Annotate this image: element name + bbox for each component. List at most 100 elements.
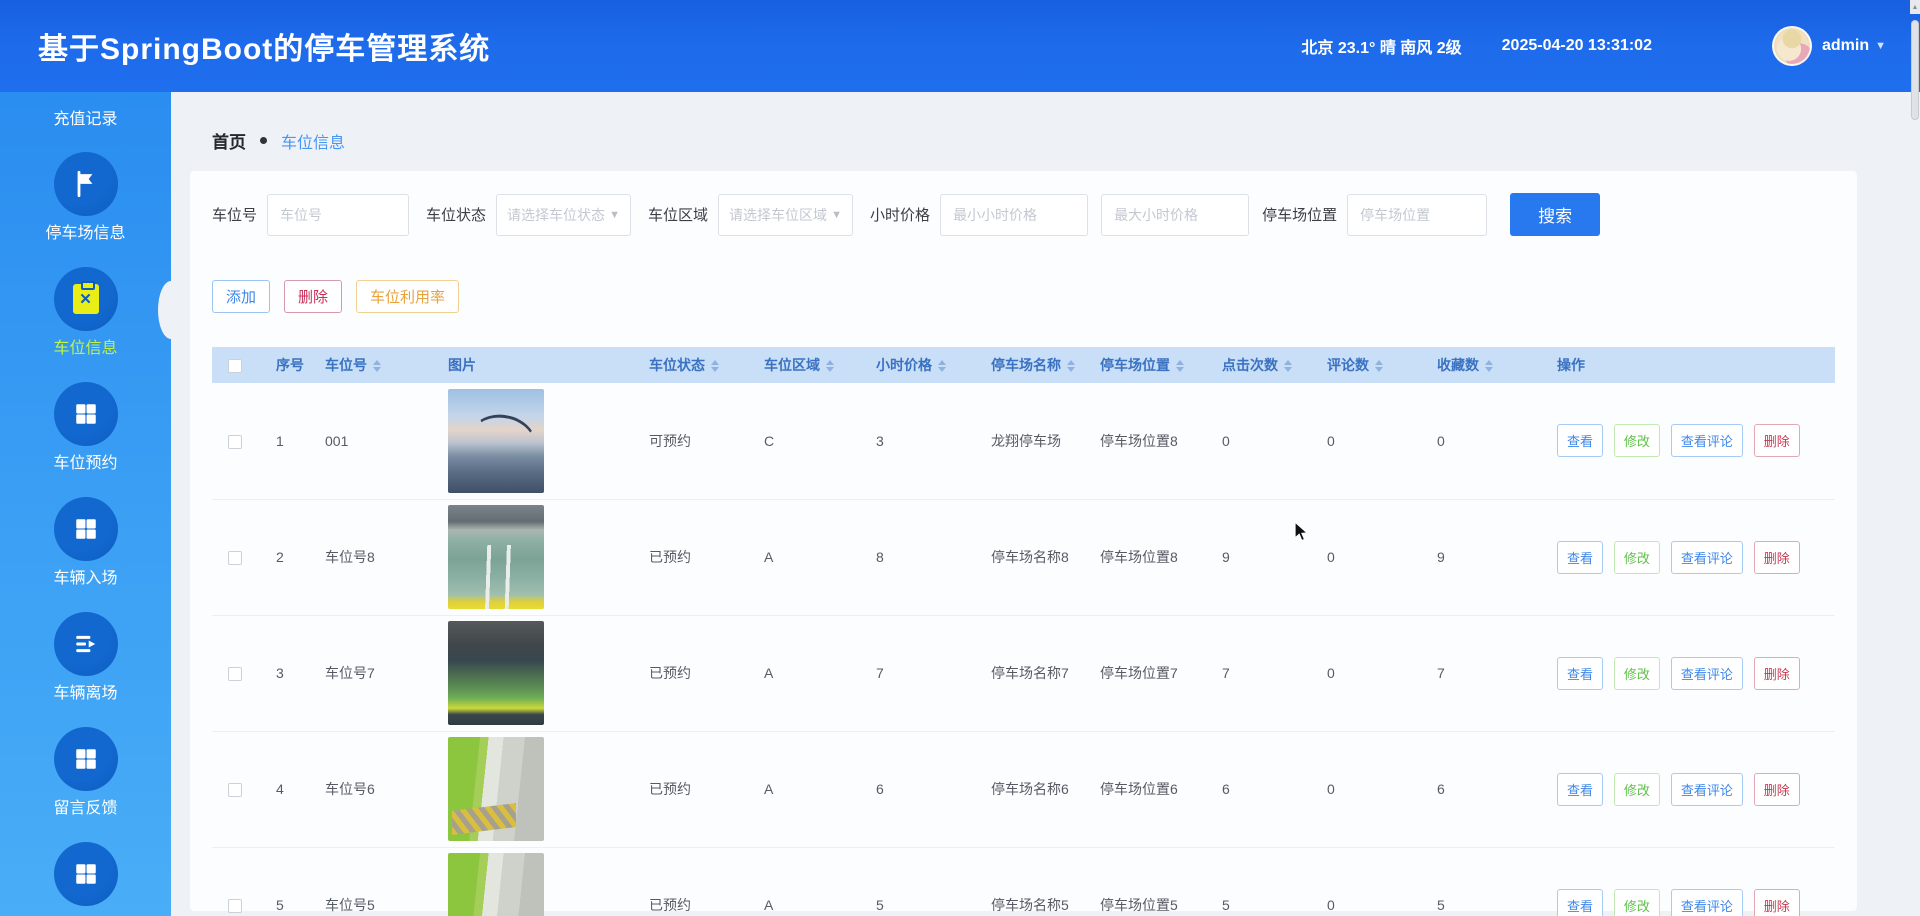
- col-favorites[interactable]: 收藏数: [1401, 347, 1529, 383]
- sidebar-item-partial[interactable]: [0, 842, 171, 914]
- spot-no-label: 车位号: [212, 204, 257, 225]
- view-button[interactable]: 查看: [1557, 889, 1603, 916]
- col-comments[interactable]: 评论数: [1291, 347, 1401, 383]
- min-price-input[interactable]: [940, 194, 1088, 236]
- row-checkbox[interactable]: [228, 551, 242, 565]
- spot-photo[interactable]: [448, 389, 544, 493]
- scrollbar-thumb[interactable]: [1911, 20, 1919, 120]
- sort-icon[interactable]: [1375, 360, 1383, 372]
- sidebar-item-label: 车辆入场: [53, 569, 117, 589]
- chevron-down-icon[interactable]: ▼: [1875, 40, 1886, 52]
- row-checkbox[interactable]: [228, 783, 242, 797]
- cell-park-location: 停车场位置5: [1064, 847, 1186, 916]
- sidebar-item-vehicle-entry[interactable]: 车辆入场: [0, 497, 171, 589]
- search-button[interactable]: 搜索: [1510, 193, 1600, 236]
- edit-button[interactable]: 修改: [1614, 889, 1660, 916]
- cell-area: A: [722, 499, 834, 615]
- breadcrumb-current[interactable]: 车位信息: [281, 129, 345, 153]
- edit-button[interactable]: 修改: [1614, 424, 1660, 457]
- cell-status: 可预约: [607, 383, 722, 499]
- add-button[interactable]: 添加: [212, 280, 270, 313]
- spot-photo[interactable]: [448, 737, 544, 841]
- edit-button[interactable]: 修改: [1614, 657, 1660, 690]
- row-checkbox[interactable]: [228, 667, 242, 681]
- col-park-location[interactable]: 停车场位置: [1064, 347, 1186, 383]
- col-index: 序号: [252, 347, 307, 383]
- view-button[interactable]: 查看: [1557, 424, 1603, 457]
- cell-area: C: [722, 383, 834, 499]
- edit-button[interactable]: 修改: [1614, 541, 1660, 574]
- col-label: 操作: [1557, 357, 1585, 373]
- edit-button[interactable]: 修改: [1614, 773, 1660, 806]
- header-right: 北京 23.1° 晴 南风 2级 2025-04-20 13:31:02 adm…: [1301, 26, 1920, 66]
- lot-location-input[interactable]: [1347, 194, 1487, 236]
- view-comments-button[interactable]: 查看评论: [1671, 424, 1743, 457]
- col-label: 评论数: [1327, 357, 1369, 373]
- sort-icon[interactable]: [1067, 360, 1075, 372]
- sort-icon[interactable]: [711, 360, 719, 372]
- col-label: 小时价格: [876, 357, 932, 373]
- flag-icon: [54, 152, 118, 216]
- spot-status-select[interactable]: 请选择车位状态 ▼: [496, 194, 631, 236]
- spot-status-label: 车位状态: [426, 204, 486, 225]
- sort-icon[interactable]: [1485, 360, 1493, 372]
- select-all-checkbox[interactable]: [228, 359, 242, 373]
- max-price-input[interactable]: [1101, 194, 1249, 236]
- sidebar-item-parking-lot-info[interactable]: 停车场信息: [0, 152, 171, 244]
- table-row: 4 车位号6 已预约 A 6 停车场名称6 停车场位置6 6 0 6 查看 修改…: [212, 731, 1835, 847]
- sidebar-item-vehicle-exit[interactable]: 车辆离场: [0, 612, 171, 704]
- row-delete-button[interactable]: 删除: [1754, 541, 1800, 574]
- col-park-name[interactable]: 停车场名称: [949, 347, 1064, 383]
- spot-area-select[interactable]: 请选择车位区域 ▼: [718, 194, 853, 236]
- col-area[interactable]: 车位区域: [722, 347, 834, 383]
- view-comments-button[interactable]: 查看评论: [1671, 889, 1743, 916]
- sidebar-item-recharge-records[interactable]: 充值记录: [0, 110, 171, 130]
- view-button[interactable]: 查看: [1557, 773, 1603, 806]
- view-button[interactable]: 查看: [1557, 541, 1603, 574]
- cell-clicks: 7: [1186, 615, 1291, 731]
- sort-icon[interactable]: [1284, 360, 1292, 372]
- spot-no-input[interactable]: [267, 194, 409, 236]
- col-price[interactable]: 小时价格: [834, 347, 949, 383]
- sort-icon[interactable]: [1176, 360, 1184, 372]
- row-delete-button[interactable]: 删除: [1754, 889, 1800, 916]
- row-checkbox-cell: [212, 847, 252, 916]
- cell-favorites: 0: [1401, 383, 1529, 499]
- cell-comments: 0: [1291, 847, 1401, 916]
- spot-photo[interactable]: [448, 853, 544, 916]
- view-comments-button[interactable]: 查看评论: [1671, 657, 1743, 690]
- row-delete-button[interactable]: 删除: [1754, 424, 1800, 457]
- sidebar-item-label: 车位信息: [53, 339, 117, 359]
- row-checkbox[interactable]: [228, 899, 242, 913]
- col-spot-no[interactable]: 车位号: [307, 347, 422, 383]
- spot-photo[interactable]: [448, 505, 544, 609]
- scrollbar-up-arrow[interactable]: ▲: [1910, 0, 1920, 14]
- cell-actions: 查看 修改 查看评论 删除: [1529, 731, 1835, 847]
- delete-button[interactable]: 删除: [284, 280, 342, 313]
- row-delete-button[interactable]: 删除: [1754, 657, 1800, 690]
- username-label[interactable]: admin: [1822, 37, 1869, 55]
- cell-photo: [422, 847, 607, 916]
- utilization-button[interactable]: 车位利用率: [356, 280, 459, 313]
- row-checkbox[interactable]: [228, 435, 242, 449]
- spots-table: 序号 车位号 图片 车位状态 车位区域 小时价格 停车场名称 停车场位置 点击次…: [212, 347, 1835, 916]
- sort-icon[interactable]: [373, 360, 381, 372]
- col-status[interactable]: 车位状态: [607, 347, 722, 383]
- spot-photo[interactable]: [448, 621, 544, 725]
- view-button[interactable]: 查看: [1557, 657, 1603, 690]
- cell-clicks: 9: [1186, 499, 1291, 615]
- row-delete-button[interactable]: 删除: [1754, 773, 1800, 806]
- sidebar-item-feedback[interactable]: 留言反馈: [0, 727, 171, 819]
- col-clicks[interactable]: 点击次数: [1186, 347, 1291, 383]
- sidebar-item-spot-reservation[interactable]: 车位预约: [0, 382, 171, 474]
- cell-price: 5: [834, 847, 949, 916]
- user-avatar[interactable]: [1772, 26, 1812, 66]
- sort-icon[interactable]: [826, 360, 834, 372]
- col-photo: 图片: [422, 347, 607, 383]
- breadcrumb-home[interactable]: 首页: [212, 128, 246, 153]
- sidebar-item-parking-spot-info[interactable]: ✕ 车位信息: [0, 267, 171, 359]
- sort-icon[interactable]: [938, 360, 946, 372]
- view-comments-button[interactable]: 查看评论: [1671, 773, 1743, 806]
- view-comments-button[interactable]: 查看评论: [1671, 541, 1743, 574]
- grid-icon: [54, 727, 118, 791]
